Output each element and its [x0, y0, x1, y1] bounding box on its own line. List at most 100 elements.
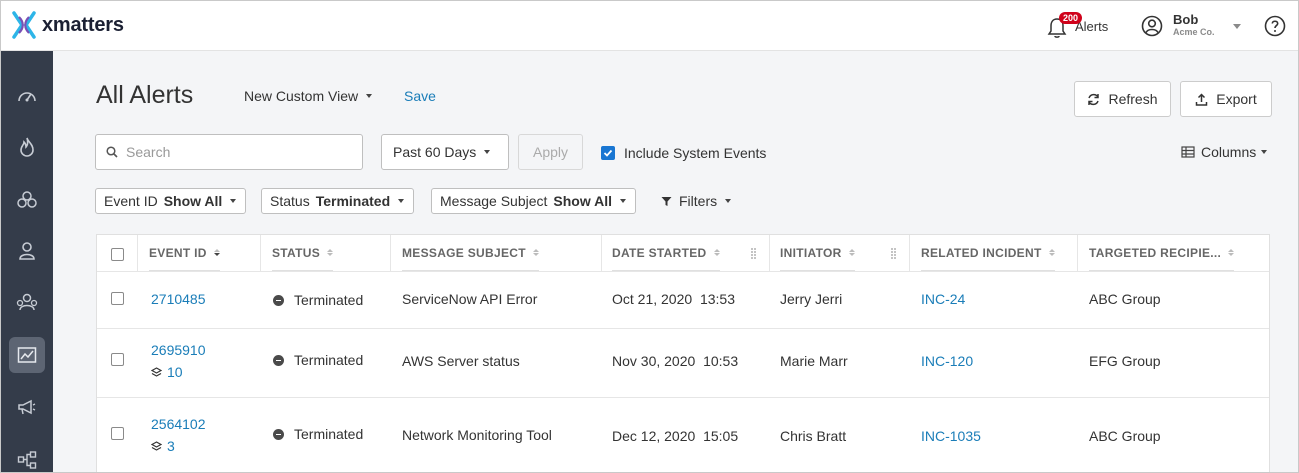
terminated-status-icon: [273, 294, 284, 306]
related-incident-link[interactable]: INC-120: [921, 353, 973, 369]
sub-events-count[interactable]: 10: [151, 364, 183, 380]
sidebar-item-workflows[interactable]: [9, 442, 45, 472]
help-icon[interactable]: [1264, 15, 1286, 37]
sidebar-item-dashboard[interactable]: [9, 78, 45, 114]
related-incident-link[interactable]: INC-24: [921, 291, 965, 307]
user-icon: [19, 242, 35, 260]
sort-icon: [848, 248, 855, 257]
filters-dropdown[interactable]: Filters: [661, 193, 732, 209]
save-view-link[interactable]: Save: [404, 88, 436, 104]
search-input[interactable]: [126, 144, 346, 160]
dashboard-icon: [18, 92, 36, 102]
custom-view-dropdown[interactable]: New Custom View: [244, 88, 373, 104]
sort-icon: [213, 248, 220, 257]
main-content: All Alerts New Custom View Save Refresh …: [53, 51, 1298, 472]
user-avatar-icon: [1141, 15, 1163, 37]
refresh-button[interactable]: Refresh: [1074, 81, 1171, 117]
targeted-recipients: EFG Group: [1089, 353, 1161, 369]
chevron-down-icon: [484, 150, 491, 154]
columns-table-icon: [1181, 146, 1195, 158]
filter-event-id[interactable]: Event ID Show All: [95, 188, 247, 214]
terminated-status-icon: [273, 428, 284, 440]
export-label: Export: [1216, 91, 1257, 107]
export-button[interactable]: Export: [1180, 81, 1272, 117]
filter-name: Status: [270, 193, 310, 209]
event-id-link[interactable]: 2564102: [151, 416, 206, 432]
funnel-icon: [661, 196, 672, 206]
date-range-dropdown[interactable]: Past 60 Days: [381, 134, 509, 170]
row-checkbox[interactable]: [111, 292, 124, 305]
columns-dropdown[interactable]: Columns: [1181, 144, 1268, 160]
megaphone-icon: [18, 399, 36, 415]
column-header-event-id[interactable]: EVENT ID: [149, 235, 220, 271]
initiator: Marie Marr: [780, 353, 848, 369]
chevron-down-icon: [366, 94, 373, 98]
app-window: xmatters 200 Alerts Bob Acme Co. All Ale…: [0, 0, 1299, 473]
brand-name: xmatters: [42, 13, 124, 36]
filter-status[interactable]: Status Terminated: [261, 188, 415, 214]
drag-handle-icon[interactable]: [751, 248, 756, 259]
filter-name: Event ID: [104, 193, 158, 209]
layers-icon: [151, 366, 162, 377]
row-checkbox[interactable]: [111, 353, 124, 366]
initiator: Jerry Jerri: [780, 291, 843, 307]
include-system-events-checkbox[interactable]: [601, 146, 615, 160]
message-subject: AWS Server status: [402, 353, 520, 369]
sort-icon: [532, 248, 539, 257]
column-header-message-subject[interactable]: MESSAGE SUBJECT: [402, 235, 539, 271]
column-header-status[interactable]: STATUS: [272, 235, 334, 271]
page-title: All Alerts: [96, 81, 194, 109]
drag-handle-icon[interactable]: [891, 248, 896, 259]
date-started: Nov 30, 2020 10:53: [612, 353, 739, 369]
xmatters-logo-icon: [12, 11, 36, 39]
select-all-checkbox[interactable]: [111, 248, 124, 261]
chevron-down-icon: [725, 199, 732, 203]
status-cell: Terminated: [273, 292, 363, 308]
chevron-down-icon: [620, 199, 626, 203]
sidebar-item-reports[interactable]: [9, 337, 45, 373]
refresh-icon: [1088, 93, 1100, 105]
columns-label: Columns: [1201, 144, 1257, 160]
sidebar-item-users[interactable]: [9, 233, 45, 269]
column-header-targeted-recipients[interactable]: TARGETED RECIPIE...: [1089, 235, 1235, 271]
chevron-down-icon: [230, 199, 237, 203]
refresh-label: Refresh: [1108, 91, 1158, 107]
chevron-down-icon: [1232, 23, 1241, 29]
event-id-link[interactable]: 2695910: [151, 342, 206, 358]
custom-view-label: New Custom View: [244, 88, 359, 104]
row-checkbox[interactable]: [111, 427, 124, 440]
filter-value: Show All: [163, 193, 223, 209]
reports-icon: [17, 347, 37, 363]
user-name: Bob: [1173, 12, 1199, 27]
user-company: Acme Co.: [1173, 27, 1215, 37]
flame-icon: [20, 137, 34, 157]
sidebar-item-messaging[interactable]: [9, 389, 45, 425]
event-id-link[interactable]: 2710485: [151, 291, 206, 307]
user-info: Bob Acme Co.: [1173, 12, 1215, 38]
related-incident-link[interactable]: INC-1035: [921, 428, 981, 444]
filter-message-subject[interactable]: Message Subject Show All: [431, 188, 636, 214]
alerts-button[interactable]: 200 Alerts: [1047, 11, 1108, 41]
sidebar-item-groups[interactable]: [9, 182, 45, 218]
sidebar-item-teams[interactable]: [9, 284, 45, 320]
column-header-related-incident[interactable]: RELATED INCIDENT: [921, 235, 1055, 271]
apply-button[interactable]: Apply: [518, 134, 583, 170]
initiator: Chris Bratt: [780, 428, 847, 444]
teams-icon: [16, 293, 38, 311]
message-subject: Network Monitoring Tool: [402, 427, 552, 443]
filter-value: Terminated: [315, 193, 391, 209]
sort-icon: [1048, 248, 1055, 257]
sub-events-count[interactable]: 3: [151, 438, 175, 454]
user-menu[interactable]: Bob Acme Co.: [1141, 11, 1241, 41]
layers-icon: [151, 440, 162, 451]
chevron-down-icon: [398, 199, 405, 203]
column-header-initiator[interactable]: INITIATOR: [780, 235, 855, 271]
column-header-date-started[interactable]: DATE STARTED: [612, 235, 720, 271]
include-system-events-label: Include System Events: [624, 145, 767, 161]
status-cell: Terminated: [273, 352, 363, 368]
filter-name: Message Subject: [440, 193, 548, 209]
brand-logo[interactable]: xmatters: [11, 11, 124, 39]
sidebar-item-incidents[interactable]: [9, 129, 45, 165]
workflows-icon: [17, 451, 37, 469]
alerts-count-badge: 200: [1059, 12, 1083, 24]
